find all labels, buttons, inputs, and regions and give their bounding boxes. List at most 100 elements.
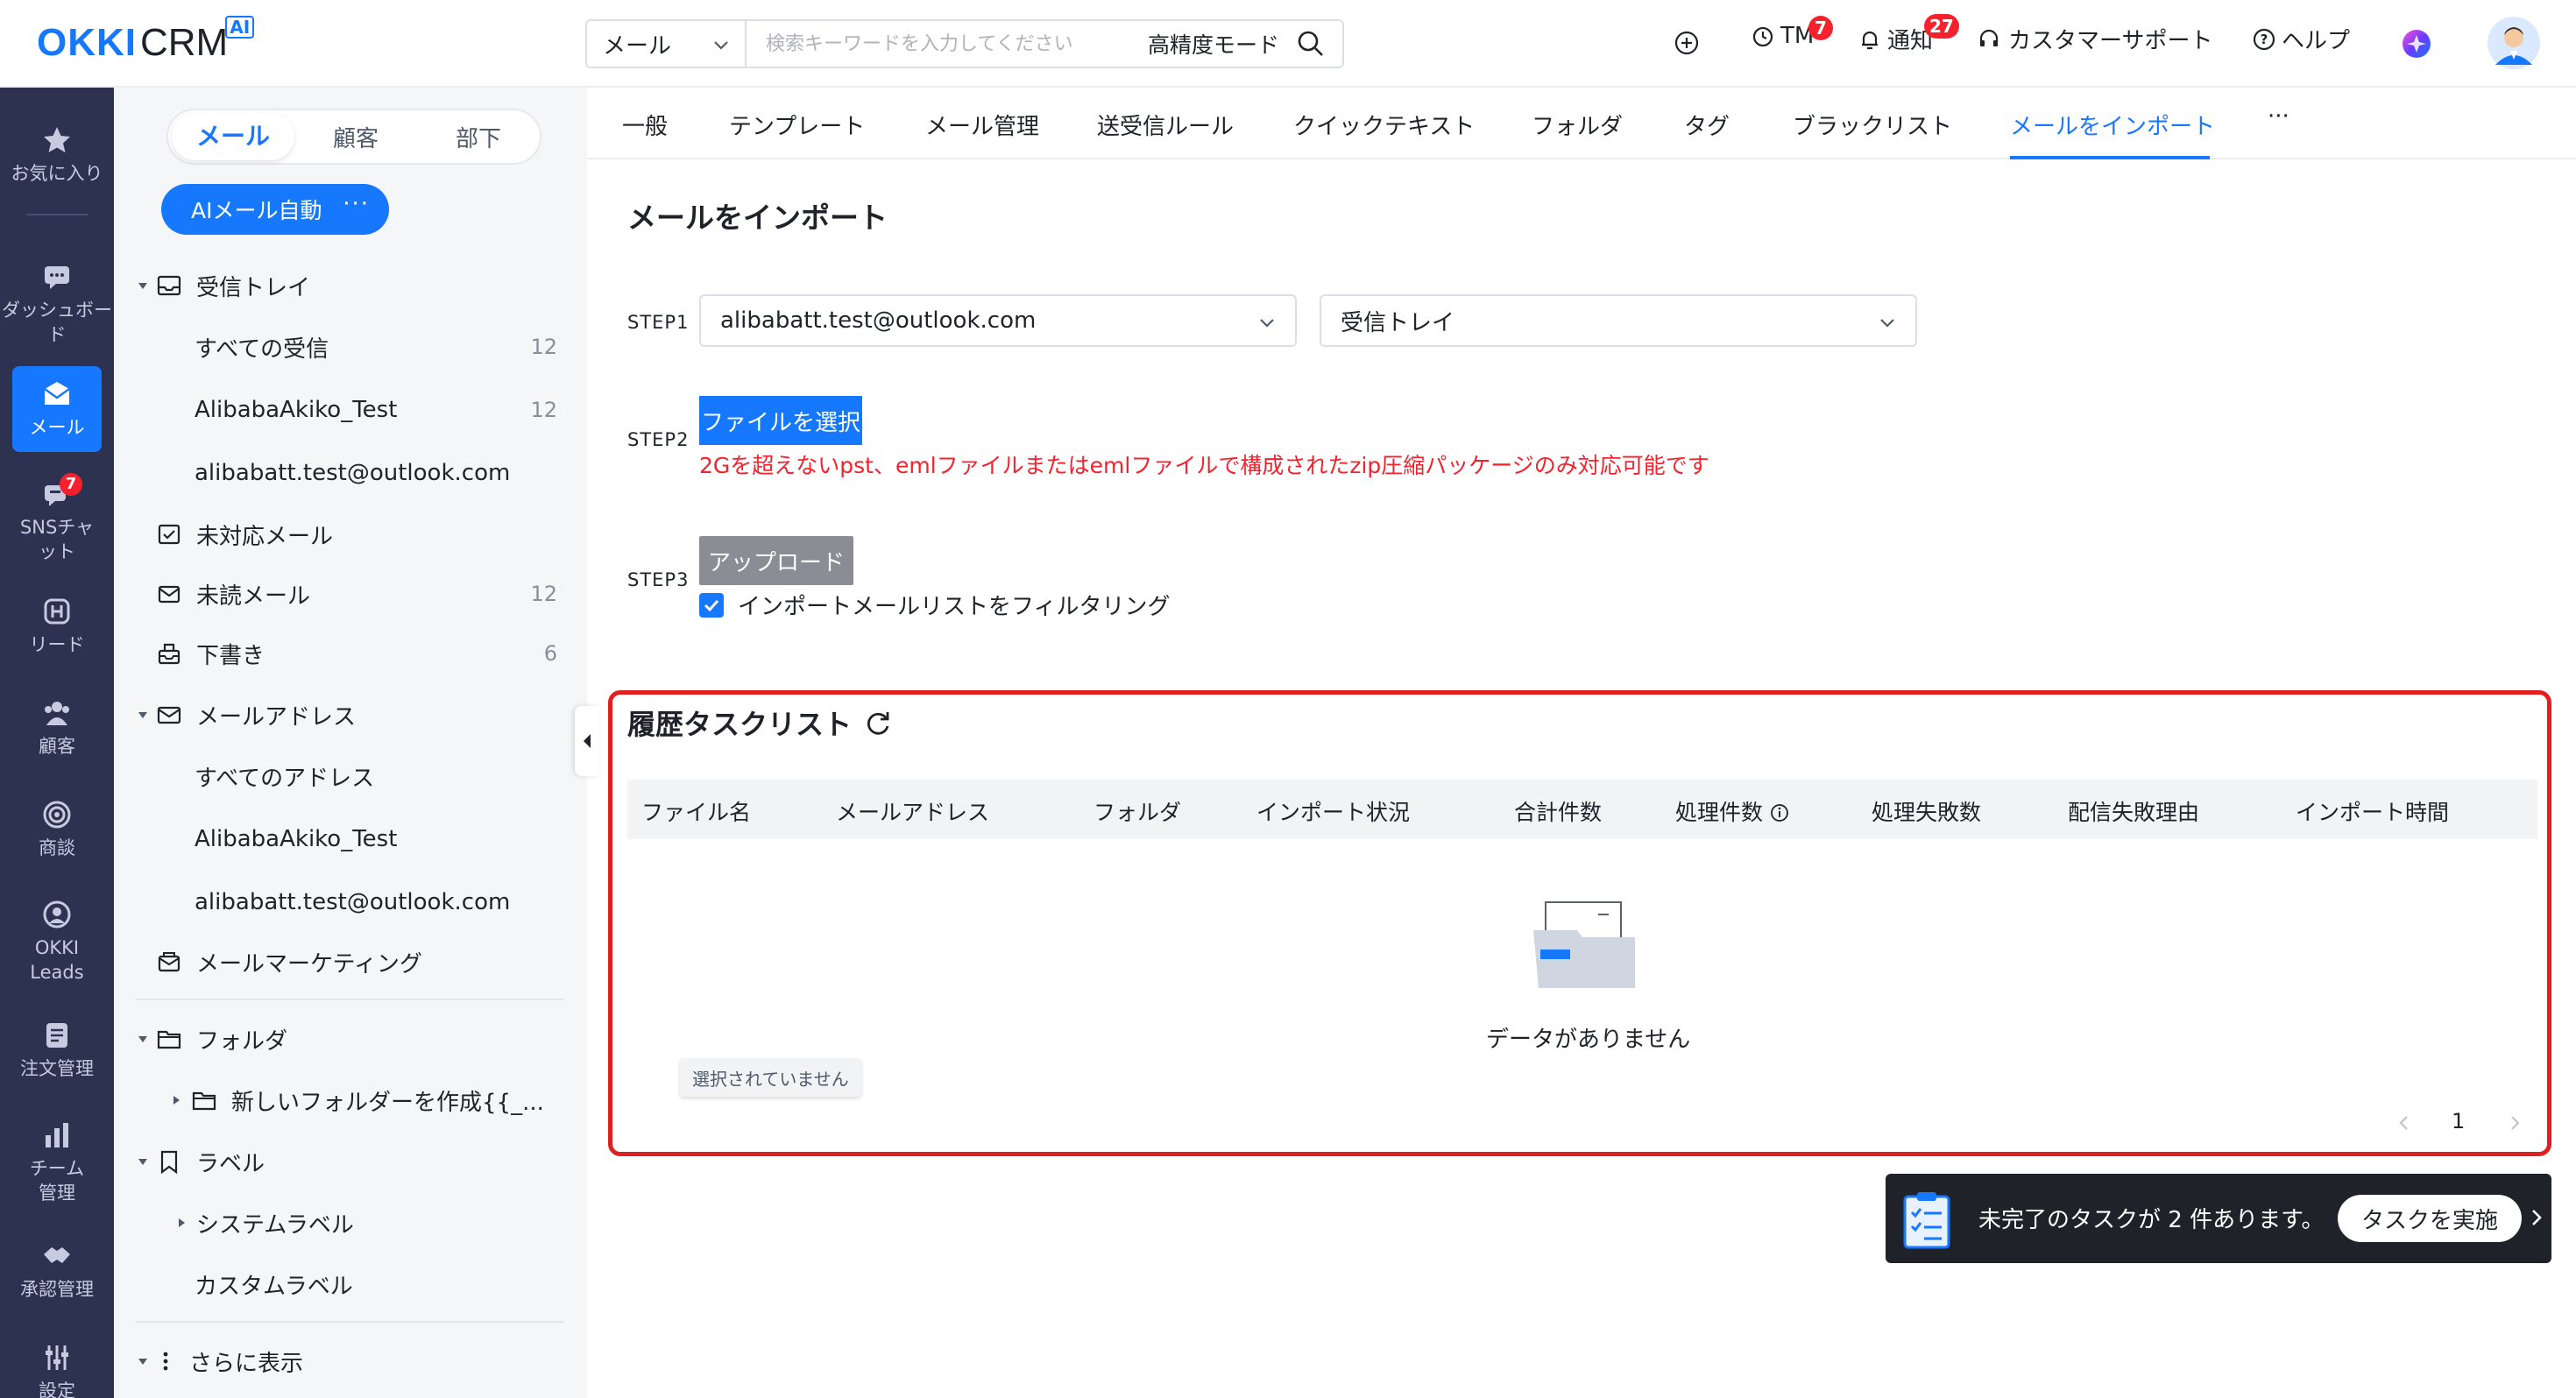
mail-sidebar: メール 顧客 部下 AIメール自動 ··· 受信トレイ すべての受信 12 Al… <box>114 88 587 1398</box>
drafts-icon <box>158 643 180 665</box>
tab-quick-text[interactable]: クイックテキスト <box>1293 109 1475 141</box>
col-processed-count: 処理件数 <box>1675 795 1789 827</box>
run-tasks-button[interactable]: タスクを実施 <box>2338 1195 2522 1242</box>
nav-mail[interactable]: メール <box>12 366 102 452</box>
step1-account-select[interactable]: alibabatt.test@outlook.com <box>699 294 1297 347</box>
tab-templates[interactable]: テンプレート <box>729 109 865 141</box>
ai-more-icon[interactable]: ··· <box>343 191 370 217</box>
tree-addr-outlook[interactable]: alibabatt.test@outlook.com <box>114 876 587 928</box>
search-icon[interactable] <box>1295 28 1327 60</box>
step1-folder-select[interactable]: 受信トレイ <box>1320 294 1917 347</box>
nav-team[interactable]: チーム管理 <box>0 1119 114 1205</box>
chevron-down-icon <box>1880 319 1894 328</box>
tab-general[interactable]: 一般 <box>622 109 668 141</box>
filter-checkbox[interactable] <box>699 592 724 618</box>
tab-tags[interactable]: タグ <box>1684 109 1730 141</box>
tree-custom-labels[interactable]: カスタムラベル <box>114 1258 587 1310</box>
chat-board-icon <box>45 266 69 289</box>
star-icon <box>44 127 70 152</box>
tab-more[interactable]: ··· <box>2268 103 2289 130</box>
app-logo[interactable]: OKKI CRM AI <box>37 16 255 70</box>
tree-addr-outlook-label: alibabatt.test@outlook.com <box>195 889 511 915</box>
nav-deals[interactable]: 商談 <box>0 799 114 860</box>
info-circle-icon[interactable] <box>1770 803 1789 823</box>
caret-right-icon <box>179 1218 185 1227</box>
settings-tabs: 一般 テンプレート メール管理 送受信ルール クイックテキスト フォルダ タグ … <box>587 88 2576 159</box>
sidebar-collapse-handle[interactable] <box>575 706 599 776</box>
tab-blacklist[interactable]: ブラックリスト <box>1793 109 1952 141</box>
tree-inbox[interactable]: 受信トレイ <box>114 259 587 312</box>
tree-labels[interactable]: ラベル <box>114 1135 587 1188</box>
nav-approval[interactable]: 承認管理 <box>0 1240 114 1302</box>
pager-prev-icon[interactable] <box>2394 1112 2415 1133</box>
tree-addr-all[interactable]: すべてのアドレス <box>114 750 587 802</box>
pager-current-page[interactable]: 1 <box>2452 1109 2465 1133</box>
help-button[interactable]: ? ヘルプ <box>2252 23 2350 55</box>
search-mode-toggle[interactable]: 高精度モード <box>1148 28 1279 60</box>
chevron-right-icon[interactable] <box>2529 1205 2544 1230</box>
nav-orders[interactable]: 注文管理 <box>0 1020 114 1081</box>
tree-marketing[interactable]: メールマーケティング <box>114 936 587 988</box>
tree-system-labels-label: システムラベル <box>196 1211 354 1239</box>
nav-settings-label: 設定 <box>39 1380 75 1398</box>
tab-mail-management[interactable]: メール管理 <box>925 109 1039 141</box>
user-avatar[interactable] <box>2487 16 2541 70</box>
tree-system-labels[interactable]: システムラベル <box>114 1197 587 1249</box>
add-circle-icon[interactable] <box>1674 30 1700 56</box>
pager-next-icon[interactable] <box>2504 1112 2525 1133</box>
filter-checkbox-row[interactable]: インポートメールリストをフィルタリング <box>699 589 1170 621</box>
tree-more[interactable]: さらに表示 <box>114 1335 587 1387</box>
tree-new-folder-label: 新しいフォルダーを作成{{_... <box>231 1089 544 1116</box>
not-selected-tooltip: 選択されていません <box>680 1058 861 1097</box>
nav-okki-leads[interactable]: OKKI Leads <box>0 899 114 985</box>
tab-send-receive-rules[interactable]: 送受信ルール <box>1097 109 1234 141</box>
top-header: OKKI CRM AI メール 高精度モード TM 7 通知 27 カス <box>0 0 2576 88</box>
nav-team-label: チーム管理 <box>29 1158 85 1204</box>
segment-subordinates[interactable]: 部下 <box>417 121 540 153</box>
tree-unhandled-label: 未対応メール <box>196 523 334 550</box>
caret-down-icon <box>138 1359 147 1365</box>
tab-import-mail[interactable]: メールをインポート <box>2010 109 2215 141</box>
tree-inbox-akiko[interactable]: AlibabaAkiko_Test 12 <box>114 384 587 436</box>
nav-favorites[interactable]: お気に入り <box>0 124 114 186</box>
tree-addresses[interactable]: メールアドレス <box>114 688 587 741</box>
step3-label: STEP3 <box>627 569 690 590</box>
tab-folders[interactable]: フォルダ <box>1532 109 1623 141</box>
select-file-button[interactable]: ファイルを選択 <box>699 396 863 445</box>
tree-drafts[interactable]: 下書き 6 <box>114 627 587 680</box>
nav-customers[interactable]: 顧客 <box>0 697 114 759</box>
tree-marketing-label: メールマーケティング <box>196 950 422 978</box>
tree-unhandled[interactable]: 未対応メール <box>114 508 587 561</box>
nav-sns-chat[interactable]: 7 SNSチャット <box>0 473 114 564</box>
tree-unread[interactable]: 未読メール 12 <box>114 568 587 620</box>
customer-support-button[interactable]: カスタマーサポート <box>1977 23 2212 55</box>
nav-leads[interactable]: リード <box>0 596 114 657</box>
tm-button[interactable]: TM 7 <box>1751 16 1833 49</box>
filter-checkbox-label: インポートメールリストをフィルタリング <box>738 594 1171 620</box>
leads-icon <box>44 598 70 625</box>
history-title-label: 履歴タスクリスト <box>627 708 853 741</box>
ai-mail-auto-button[interactable]: AIメール自動 ··· <box>161 184 389 235</box>
tree-folders-label: フォルダ <box>196 1027 288 1055</box>
segment-customers[interactable]: 顧客 <box>294 121 417 153</box>
tree-new-folder[interactable]: 新しいフォルダーを作成{{_... <box>114 1074 587 1126</box>
search-input[interactable] <box>747 21 1148 67</box>
col-failed-count: 処理失敗数 <box>1872 800 1982 825</box>
tree-inbox-outlook[interactable]: alibabatt.test@outlook.com <box>114 447 587 499</box>
history-table-header: ファイル名 メールアドレス フォルダ インポート状況 合計件数 処理件数 処理失… <box>627 780 2537 839</box>
notification-button[interactable]: 通知 27 <box>1858 14 1959 55</box>
customers-icon <box>45 702 69 725</box>
tree-folders[interactable]: フォルダ <box>114 1013 587 1065</box>
segment-mail[interactable]: メール <box>172 113 294 160</box>
nav-dashboard[interactable]: ダッシュボード <box>0 261 114 347</box>
tree-addr-akiko[interactable]: AlibabaAkiko_Test <box>114 813 587 865</box>
tree-inbox-all[interactable]: すべての受信 12 <box>114 321 587 373</box>
pending-tasks-text: 未完了のタスクが 2 件あります。 <box>1978 1207 2325 1233</box>
search-type-select[interactable]: メール <box>587 21 747 67</box>
caret-down-icon <box>138 283 147 289</box>
refresh-icon[interactable] <box>862 707 894 738</box>
marketing-mail-icon <box>158 952 180 972</box>
nav-settings[interactable]: 設定 <box>0 1342 114 1398</box>
upload-button[interactable]: アップロード <box>699 536 854 585</box>
ai-assistant-orb-icon[interactable] <box>2401 28 2432 60</box>
